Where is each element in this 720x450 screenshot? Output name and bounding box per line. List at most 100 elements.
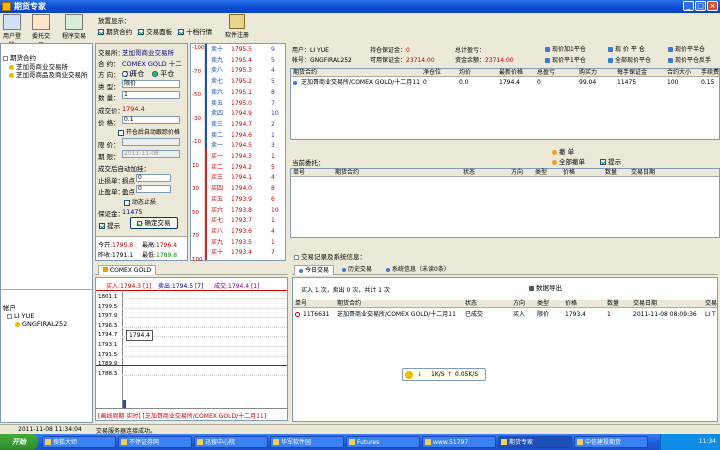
taskbar-item[interactable]: 不停证券网 (118, 436, 192, 448)
taskbar-item[interactable]: 搜狐大师 (42, 436, 116, 448)
bid-level[interactable]: 买七 1793.7 1 (191, 216, 285, 226)
program-trade-button[interactable]: 程序交易 (60, 14, 88, 40)
tree-user[interactable]: LI YUE (7, 312, 34, 320)
ladder-level-label: 买二 (211, 163, 224, 171)
tree-exchange-cbot-label: 芝加哥商品及商业交易所 (16, 71, 88, 79)
close-radio[interactable]: 平仓 (152, 69, 174, 79)
bid-level[interactable]: 买一 1794.3 1 (191, 152, 285, 162)
cancel-all-button[interactable]: 全部撤单 (552, 156, 585, 166)
pending-section: 撤 单 全部撤单 提示 当前委托： 单号 期货合约 状态 方向 类型 价格 数量… (290, 142, 720, 246)
tree-accounts[interactable]: 帐户 (3, 304, 16, 312)
close-half-button[interactable]: 现价平半仓 (668, 44, 705, 53)
type-select[interactable]: 限价 (122, 80, 180, 88)
ask-level[interactable]: 卖一 1794.5 3 (191, 141, 285, 151)
col-pnl: 总盈亏 (537, 69, 556, 76)
ladder-volume: 3 (271, 142, 275, 150)
register-button[interactable]: 软件注册 (224, 14, 250, 39)
ask-level[interactable]: 卖八 1795.3 4 (191, 66, 285, 76)
close-icon (608, 47, 613, 52)
qty-input[interactable]: 1 (122, 91, 180, 99)
ask-level[interactable]: 卖六 1795.1 8 (191, 88, 285, 98)
ladder-price: 1793.7 (231, 217, 252, 225)
dynamic-checkbox[interactable]: 动态止损 (124, 197, 156, 206)
bid-level[interactable]: 买五 1793.9 6 (191, 195, 285, 205)
col-price: 价格 (563, 169, 576, 176)
tree-exchange-cme[interactable]: 芝加哥商业交易所 (9, 63, 68, 71)
ask-level[interactable]: 卖九 1795.4 5 (191, 56, 285, 66)
start-button[interactable]: 开始 (0, 434, 38, 450)
trigger-input[interactable] (122, 138, 180, 146)
check-icon (137, 220, 143, 226)
close-market-button[interactable]: 现 价 平 仓 (608, 44, 645, 53)
export-button[interactable]: 数据导出 (529, 282, 562, 292)
netspeed-widget[interactable]: ↓ 1K/S ↑ 0.05K/S (402, 368, 486, 381)
option-panel[interactable]: 交易面板 (138, 26, 172, 36)
taskbar-item[interactable]: 期货专家 (498, 436, 572, 448)
bid-level[interactable]: 买四 1794.0 8 (191, 184, 285, 194)
close-icon (668, 58, 673, 63)
ask-level[interactable]: 卖十 1795.5 9 (191, 45, 285, 55)
bid-level[interactable]: 买六 1793.8 10 (191, 206, 285, 216)
ladder-price: 1795.1 (231, 88, 252, 96)
tab-history[interactable]: 历史交易 (338, 265, 376, 275)
stoploss-input[interactable]: 0 (136, 174, 171, 182)
ask-level[interactable]: 卖四 1794.9 10 (191, 109, 285, 119)
tree-account[interactable]: GNGFIRAL252 (15, 320, 67, 328)
chart-canvas: 买入:1794.3 [1] 卖出:1794.5 [7] 成交:1794.4 [1… (95, 277, 288, 421)
ask-level[interactable]: 卖七 1795.2 5 (191, 77, 285, 87)
bid-level[interactable]: 买八 1793.6 4 (191, 227, 285, 237)
deadline-input[interactable]: 2011-11-08 (122, 150, 180, 158)
maximize-button[interactable]: □ (695, 1, 706, 11)
dynamic-label: 动态止损 (131, 199, 156, 206)
chart-gridline (122, 326, 287, 328)
taskbar-item[interactable]: 华军软件园 (270, 436, 344, 448)
bid-level[interactable]: 买十 1793.4 7 (191, 248, 285, 258)
open-radio[interactable]: 开仓 (122, 69, 144, 79)
chase-checkbox[interactable]: 开仓后自动跟踪价格 (118, 127, 180, 136)
table-row[interactable]: 芝加哥商业交易所/COMEX GOLD/十二月11 0 0.0 1794.4 0… (291, 78, 719, 87)
ask-level[interactable]: 卖二 1794.6 1 (191, 131, 285, 141)
option-depth[interactable]: 十档行情 (178, 26, 212, 36)
bid-level[interactable]: 买三 1794.1 4 (191, 173, 285, 183)
close-button[interactable]: × (707, 1, 718, 11)
history-header: 单号 期货合约 状态 方向 类型 价格 数量 交易日期 交易 (293, 300, 717, 308)
row-icon (293, 78, 299, 87)
taskbar-item[interactable]: 中信建投期货 (574, 436, 648, 448)
close-minus1-button[interactable]: 现价平1平仓 (545, 55, 586, 64)
tree-exchange-cbot[interactable]: 芝加哥商品及商业交易所 (9, 71, 88, 79)
ask-level[interactable]: 卖三 1794.7 2 (191, 120, 285, 130)
minimize-button[interactable]: _ (683, 1, 694, 11)
takeprofit-input[interactable]: 0 (136, 185, 171, 193)
pending-title: 当前委托： (292, 159, 325, 167)
taskbar-item[interactable]: www.51797 (422, 436, 496, 448)
ladder-level-label: 卖九 (211, 56, 224, 64)
bid-level[interactable]: 买九 1793.5 1 (191, 238, 285, 248)
cancel-button[interactable]: 撤 单 (552, 146, 574, 156)
confirm-checkbox[interactable]: 提示 (99, 220, 120, 230)
taskbar-item[interactable]: 迅搜中心院 (194, 436, 268, 448)
ladder-axis-tick: 30 (192, 186, 199, 192)
account-icon (15, 321, 20, 327)
ask-level[interactable]: 卖五 1795.0 7 (191, 99, 285, 109)
table-row[interactable]: 11T6631 芝加哥商业交易所/COMEX GOLD/十二月11 已成交 买入… (293, 310, 717, 319)
pending-confirm-checkbox[interactable]: 提示 (600, 156, 621, 166)
contract-tree: 期货合约 芝加哥商业交易所 芝加哥商品及商业交易所 帐户 LI YUE GNGF… (0, 43, 93, 423)
tab-system[interactable]: 系统信息（未读0条） (382, 265, 454, 275)
chart-tab[interactable]: COMEX GOLD (98, 265, 157, 275)
price-input[interactable]: 0.1 (122, 116, 180, 124)
submit-button[interactable]: 确定交易 (130, 217, 178, 229)
checkbox-icon (138, 29, 144, 35)
bid-level[interactable]: 买二 1794.2 5 (191, 163, 285, 173)
close-plus1-button[interactable]: 现价加1平仓 (545, 44, 586, 53)
window-title: 期货专家 (14, 2, 46, 11)
register-label: 软件注册 (224, 32, 249, 39)
close-reverse-button[interactable]: 现价平仓反手 (668, 55, 711, 64)
option-contract[interactable]: 期货合约 (98, 26, 132, 36)
taskbar-item[interactable]: Futures (346, 436, 420, 448)
col-dir: 方向 (511, 169, 524, 176)
status-time: 2011-11-08 11:34:04 (18, 426, 82, 433)
tab-today[interactable]: 今日交易 (294, 265, 335, 275)
contract-label: 合 约： (98, 60, 120, 68)
tree-root[interactable]: 期货合约 (3, 54, 36, 62)
close-all-button[interactable]: 全部现价平仓 (608, 55, 651, 64)
